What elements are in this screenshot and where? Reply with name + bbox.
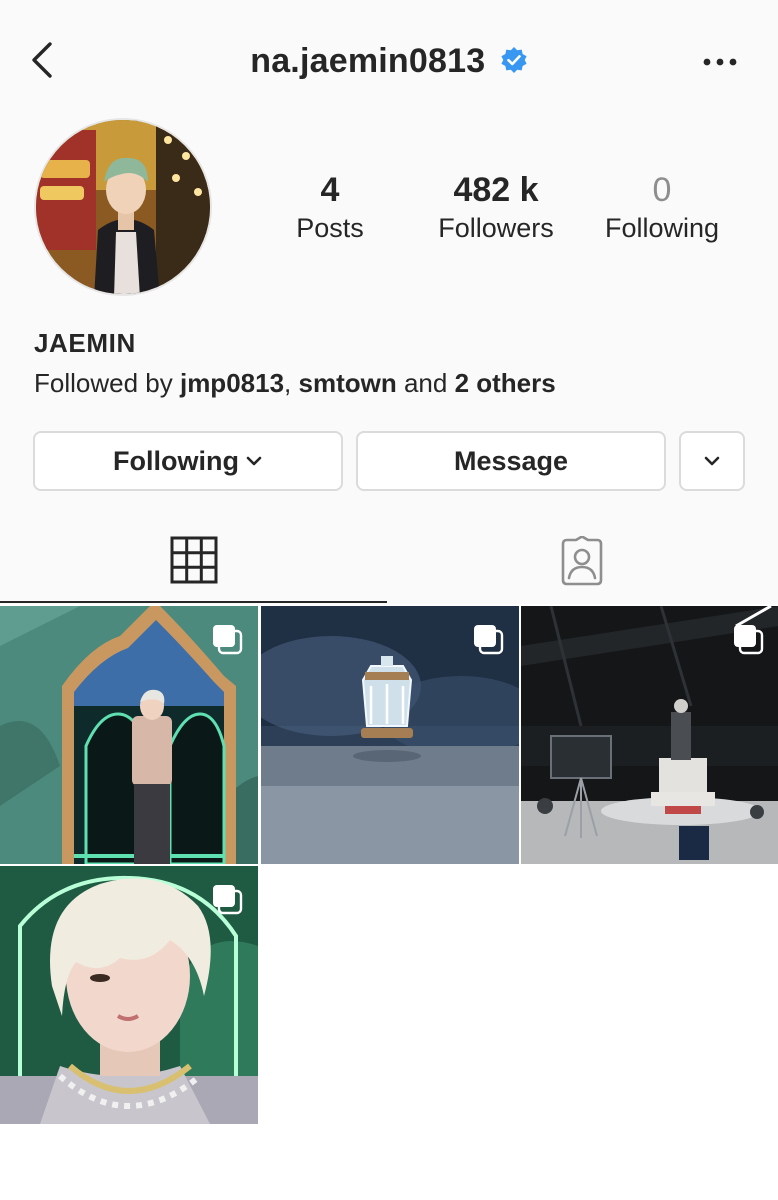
following-button-label: Following	[113, 445, 239, 476]
profile-avatar[interactable]	[34, 118, 212, 296]
stat-following[interactable]: 0 Following	[590, 170, 734, 246]
post-thumbnail-3[interactable]	[521, 606, 778, 864]
posts-label: Posts	[296, 213, 364, 243]
followers-count: 482 k	[453, 171, 539, 209]
followed-by-text[interactable]: Followed by jmp0813, smtown and 2 others	[34, 368, 556, 399]
stat-followers[interactable]: 482 k Followers	[420, 170, 572, 246]
followed-by-user-2[interactable]: smtown	[299, 368, 397, 398]
following-count: 0	[652, 171, 672, 209]
chevron-down-icon	[704, 456, 720, 466]
post-thumbnail-1[interactable]	[0, 606, 258, 864]
username: na.jaemin0813	[250, 42, 486, 80]
post-thumbnail-2[interactable]	[261, 606, 519, 864]
verified-badge-icon	[501, 46, 527, 73]
profile-screen: na.jaemin0813 4 Posts 482 k Followers 0 …	[0, 0, 778, 1200]
tagged-person-icon	[561, 536, 603, 586]
multiple-photos-icon	[213, 885, 243, 915]
avatar-photo	[36, 120, 210, 294]
post-thumbnail-4[interactable]	[0, 866, 258, 1124]
username-header: na.jaemin0813	[0, 42, 778, 82]
followed-by-middle: and	[396, 368, 455, 398]
tab-posts-grid[interactable]	[0, 520, 387, 604]
stat-posts[interactable]: 4 Posts	[270, 170, 390, 246]
top-bar: na.jaemin0813	[0, 0, 778, 120]
grid-icon	[170, 536, 218, 584]
tab-tagged[interactable]	[387, 520, 778, 604]
multiple-photos-icon	[474, 625, 504, 655]
multiple-photos-icon	[734, 625, 764, 655]
followed-by-prefix: Followed by	[34, 368, 180, 398]
active-tab-indicator	[0, 601, 387, 603]
message-button-label: Message	[453, 445, 569, 476]
followed-by-others[interactable]: 2 others	[455, 368, 556, 398]
suggested-accounts-button[interactable]	[679, 431, 745, 491]
following-label: Following	[604, 213, 720, 243]
message-button[interactable]: Message	[356, 431, 666, 491]
more-options-button[interactable]	[700, 52, 740, 72]
display-name: JAEMIN	[34, 328, 136, 358]
chevron-down-icon	[246, 456, 262, 466]
followed-by-separator: ,	[284, 368, 299, 398]
followed-by-user-1[interactable]: jmp0813	[180, 368, 284, 398]
following-button[interactable]: Following	[33, 431, 343, 491]
followers-label: Followers	[438, 213, 554, 243]
posts-count: 4	[320, 171, 340, 209]
multiple-photos-icon	[213, 625, 243, 655]
more-horizontal-icon	[703, 58, 737, 66]
